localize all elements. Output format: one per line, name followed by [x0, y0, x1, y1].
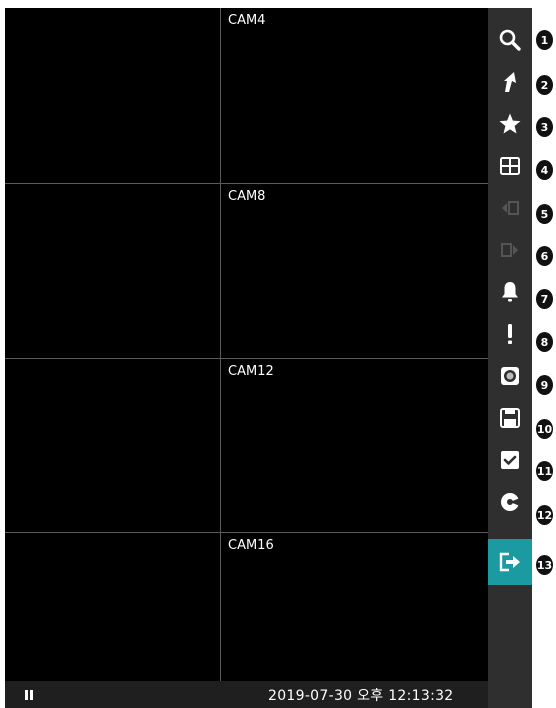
search-icon: [499, 29, 521, 51]
save-floppy-icon: [500, 408, 520, 428]
previous-group-icon: [502, 201, 519, 215]
camera-label: CAM8: [228, 189, 266, 204]
camera-grid: CAM4 CAM8 CAM12 CAM16: [5, 8, 488, 681]
save-button[interactable]: [488, 398, 532, 438]
rotate-icon: [501, 493, 520, 511]
grid-divider: [5, 183, 488, 184]
status-bar: 2019-07-30 오후 12:13:32: [5, 681, 488, 708]
callout-number: 7: [536, 289, 553, 309]
event-alert-button[interactable]: [488, 314, 532, 354]
camera-label: CAM4: [228, 13, 266, 28]
grid-divider: [220, 8, 221, 681]
quick-access-button[interactable]: [488, 62, 532, 102]
callout-number: 5: [536, 204, 553, 224]
split-layout-button[interactable]: [488, 146, 532, 186]
camera-tile[interactable]: [5, 184, 220, 358]
checkbox-icon: [501, 451, 519, 469]
camera-tile[interactable]: [5, 8, 220, 183]
event-alert-icon: [508, 324, 512, 344]
previous-group-button[interactable]: [488, 188, 532, 228]
grid-divider: [5, 358, 488, 359]
camera-viewer: CAM4 CAM8 CAM12 CAM16 2019-07-30 오후 12:1…: [5, 8, 488, 708]
callout-number: 13: [536, 555, 553, 575]
camera-tile-cam4[interactable]: CAM4: [221, 8, 488, 183]
camera-tile-cam8[interactable]: CAM8: [221, 184, 488, 358]
search-button[interactable]: [488, 20, 532, 60]
toolbar-sidebar: [488, 8, 532, 708]
favorite-star-icon: [499, 113, 521, 134]
callout-number: 1: [536, 30, 553, 50]
camera-tile-cam12[interactable]: CAM12: [221, 359, 488, 532]
callout-number: 2: [536, 75, 553, 95]
exit-button[interactable]: [488, 539, 532, 585]
camera-tile[interactable]: [5, 359, 220, 532]
next-group-button[interactable]: [488, 230, 532, 270]
pause-icon[interactable]: [25, 690, 34, 700]
callout-number: 4: [536, 160, 553, 180]
camera-tile-cam16[interactable]: CAM16: [221, 533, 488, 681]
callout-number: 12: [536, 505, 553, 525]
camera-label: CAM12: [228, 364, 274, 379]
rotate-button[interactable]: [488, 482, 532, 522]
split-layout-icon: [500, 157, 520, 175]
datetime-display: 2019-07-30 오후 12:13:32: [268, 688, 454, 704]
callout-number: 11: [536, 461, 553, 481]
top-border: [0, 0, 556, 8]
record-icon: [501, 367, 519, 385]
camera-label: CAM16: [228, 538, 274, 553]
alarm-bell-icon: [502, 282, 518, 302]
checkbox-button[interactable]: [488, 440, 532, 480]
callout-number: 9: [536, 375, 553, 395]
callout-number: 10: [536, 419, 553, 439]
grid-divider: [5, 532, 488, 533]
callout-number: 6: [536, 246, 553, 266]
favorite-button[interactable]: [488, 104, 532, 144]
callout-number: 8: [536, 332, 553, 352]
record-button[interactable]: [488, 356, 532, 396]
alarm-button[interactable]: [488, 272, 532, 312]
exit-icon: [499, 552, 520, 572]
quick-access-arrow-icon: [504, 72, 516, 92]
next-group-icon: [501, 243, 518, 257]
callout-number: 3: [536, 117, 553, 137]
camera-tile[interactable]: [5, 533, 220, 681]
